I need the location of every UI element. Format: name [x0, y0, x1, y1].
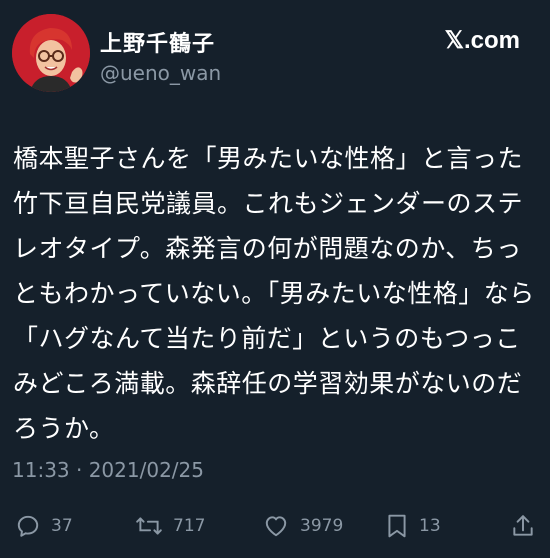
like-button[interactable]: 3979: [262, 510, 343, 542]
retweet-icon: [136, 517, 162, 535]
author-display-name[interactable]: 上野千鶴子: [100, 26, 215, 58]
like-count: 3979: [300, 516, 344, 536]
bitmoji-avatar-icon: [12, 14, 90, 92]
reply-icon: [17, 515, 39, 537]
bookmark-count: 13: [419, 516, 441, 536]
retweet-button[interactable]: 717: [135, 510, 205, 542]
bookmark-button[interactable]: 13: [385, 510, 441, 542]
author-handle[interactable]: @ueno_wan: [100, 61, 221, 85]
reply-button[interactable]: 37: [15, 510, 73, 542]
action-bar: 37 717 3979 13: [0, 510, 550, 542]
bookmark-icon: [388, 514, 406, 538]
tweet-text: 橋本聖子さんを「男みたいな性格」と言った竹下亘自民党議員。これもジェンダーのステ…: [13, 144, 535, 443]
x-logo[interactable]: 𝕏.com: [445, 26, 520, 55]
reply-count: 37: [51, 516, 73, 536]
tweet-card: 上野千鶴子 @ueno_wan 𝕏.com 橋本聖子さんを「男みたいな性格」と言…: [0, 0, 550, 558]
heart-icon: [265, 516, 287, 537]
share-icon: [513, 515, 533, 536]
retweet-count: 717: [173, 516, 206, 536]
share-button[interactable]: [510, 510, 536, 542]
tweet-timestamp[interactable]: 11:33 · 2021/02/25: [12, 458, 204, 482]
author-avatar[interactable]: [12, 14, 90, 92]
